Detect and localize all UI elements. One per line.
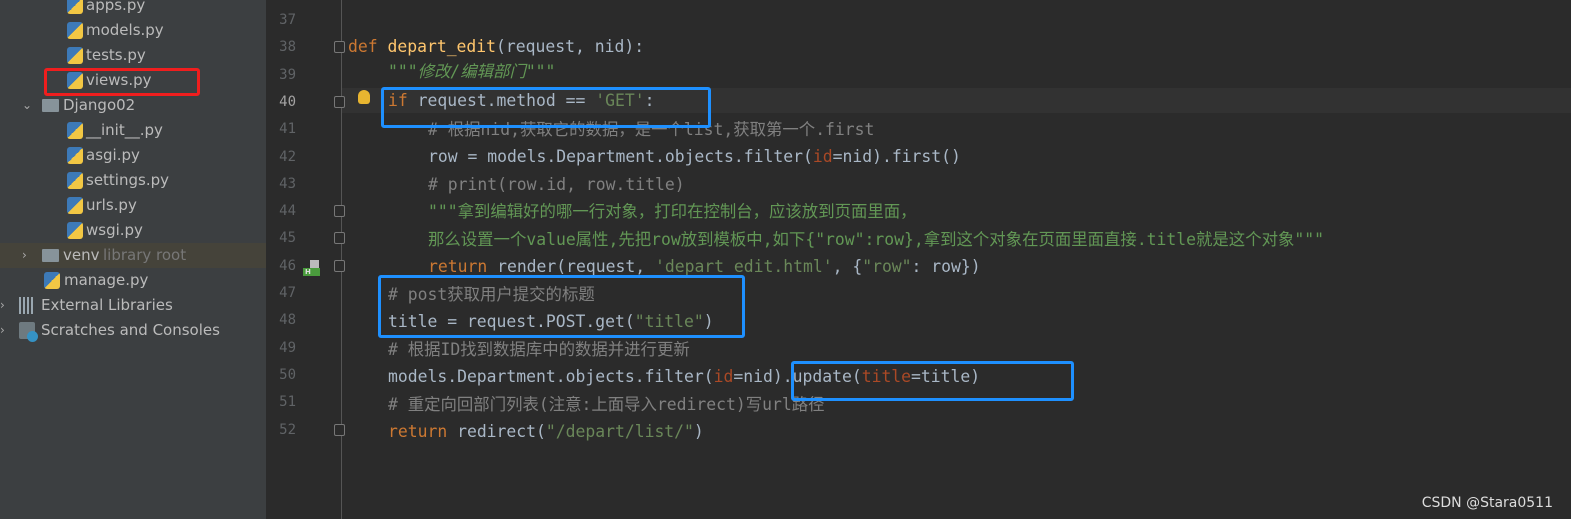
fold-marker-icon[interactable]	[334, 232, 345, 245]
scratches-icon	[19, 322, 38, 342]
line-number: 41	[279, 121, 296, 138]
tree-item-django02[interactable]: ⌄ Django02	[0, 93, 266, 118]
line-number: 43	[279, 175, 296, 192]
tree-item-label: asgi.py	[86, 146, 140, 164]
tree-item-wsgi-py[interactable]: wsgi.py	[0, 218, 266, 243]
tree-item-label: Scratches and Consoles	[41, 321, 220, 339]
tree-item-label: tests.py	[86, 46, 146, 64]
library-root-hint: library root	[103, 246, 187, 264]
fold-marker-icon[interactable]	[334, 205, 345, 218]
line-number: 49	[279, 339, 296, 356]
code-line-39: """修改/编辑部门"""	[388, 62, 556, 81]
tree-item-label: wsgi.py	[86, 221, 143, 239]
line-number: 39	[279, 66, 296, 83]
line-number: 50	[279, 366, 296, 383]
tree-item-label: settings.py	[86, 171, 169, 189]
line-number: 46	[279, 257, 296, 274]
line-number: 38	[279, 39, 296, 56]
folder-icon	[42, 249, 59, 262]
fold-marker-icon[interactable]	[334, 41, 345, 54]
code-line-49: # 根据ID找到数据库中的数据并进行更新	[388, 340, 690, 359]
python-file-icon	[67, 147, 83, 164]
fold-marker-icon[interactable]	[334, 259, 345, 272]
chevron-down-icon[interactable]: ⌄	[22, 93, 32, 118]
code-line-51: # 重定向回部门列表(注意:上面导入redirect)写url路径	[388, 395, 825, 414]
tree-item-settings-py[interactable]: settings.py	[0, 168, 266, 193]
tree-item-label: venv	[63, 246, 100, 264]
python-file-icon	[67, 22, 83, 39]
watermark: CSDN @Stara0511	[1421, 495, 1553, 511]
line-number: 37	[279, 12, 296, 28]
python-file-icon	[67, 47, 83, 64]
libraries-icon	[19, 297, 35, 314]
tree-item-manage-py[interactable]: manage.py	[0, 268, 266, 293]
code-line-38: def depart_edit(request, nid):	[348, 37, 645, 56]
html-template-gutter-icon[interactable]: H	[303, 260, 320, 276]
tree-item-label: Django02	[63, 96, 136, 114]
folder-icon	[42, 99, 59, 112]
code-line-45: 那么设置一个value属性,先把row放到模板中,如下{"row":row},拿…	[428, 230, 1324, 249]
line-number: 52	[279, 421, 296, 438]
tree-item-label: urls.py	[86, 196, 137, 214]
line-number: 51	[279, 394, 296, 411]
line-number: 48	[279, 312, 296, 329]
code-line-52: return redirect("/depart/list/")	[388, 422, 704, 441]
tree-item-label: manage.py	[64, 271, 149, 289]
fold-marker-icon[interactable]	[334, 95, 345, 108]
tree-item-apps-py[interactable]: apps.py	[0, 0, 266, 18]
line-number: 45	[279, 230, 296, 247]
code-editor[interactable]: 37 38 39 40 41 42 43 44 45 46 47 48 49 50 51 52 H def d…	[266, 0, 1571, 519]
tree-item-label: External Libraries	[41, 296, 173, 314]
tree-item-urls-py[interactable]: urls.py	[0, 193, 266, 218]
python-file-icon	[67, 0, 83, 14]
annotation-box-get-check	[381, 87, 711, 128]
line-number: 42	[279, 148, 296, 165]
python-file-icon	[44, 272, 60, 289]
tree-item-external-libraries[interactable]: › External Libraries	[0, 293, 266, 318]
annotation-box-update	[791, 361, 1074, 401]
python-file-icon	[67, 122, 83, 139]
line-number: 47	[279, 285, 296, 301]
chevron-right-icon[interactable]: ›	[22, 243, 27, 268]
lightbulb-icon[interactable]	[358, 90, 370, 104]
chevron-right-icon[interactable]: ›	[0, 293, 5, 318]
tree-item-asgi-py[interactable]: asgi.py	[0, 143, 266, 168]
project-tree: apps.py models.py tests.py views.py ⌄ Django0…	[0, 0, 266, 519]
tree-item-models-py[interactable]: models.py	[0, 18, 266, 43]
python-file-icon	[67, 172, 83, 189]
python-file-icon	[67, 197, 83, 214]
annotation-box-post-title	[378, 275, 745, 338]
tree-item-init-py[interactable]: __init__.py	[0, 118, 266, 143]
code-line-44: """拿到编辑好的哪一行对象，打印在控制台，应该放到页面里面，	[428, 202, 917, 221]
python-file-icon	[67, 222, 83, 239]
tree-item-scratches-and-consoles[interactable]: › Scratches and Consoles	[0, 318, 266, 343]
fold-marker-icon[interactable]	[334, 423, 345, 436]
tree-item-label: __init__.py	[86, 121, 163, 139]
chevron-right-icon[interactable]: ›	[0, 318, 5, 343]
tree-item-label: models.py	[86, 21, 164, 39]
annotation-box-views	[44, 68, 200, 96]
code-line-42: row = models.Department.objects.filter(i…	[428, 147, 961, 166]
code-line-43: # print(row.id, row.title)	[428, 175, 685, 194]
tree-item-venv[interactable]: › venv library root	[0, 243, 266, 268]
line-number: 40	[279, 93, 296, 110]
tree-item-tests-py[interactable]: tests.py	[0, 43, 266, 68]
tree-item-label: apps.py	[86, 0, 146, 14]
line-number: 44	[279, 203, 296, 220]
